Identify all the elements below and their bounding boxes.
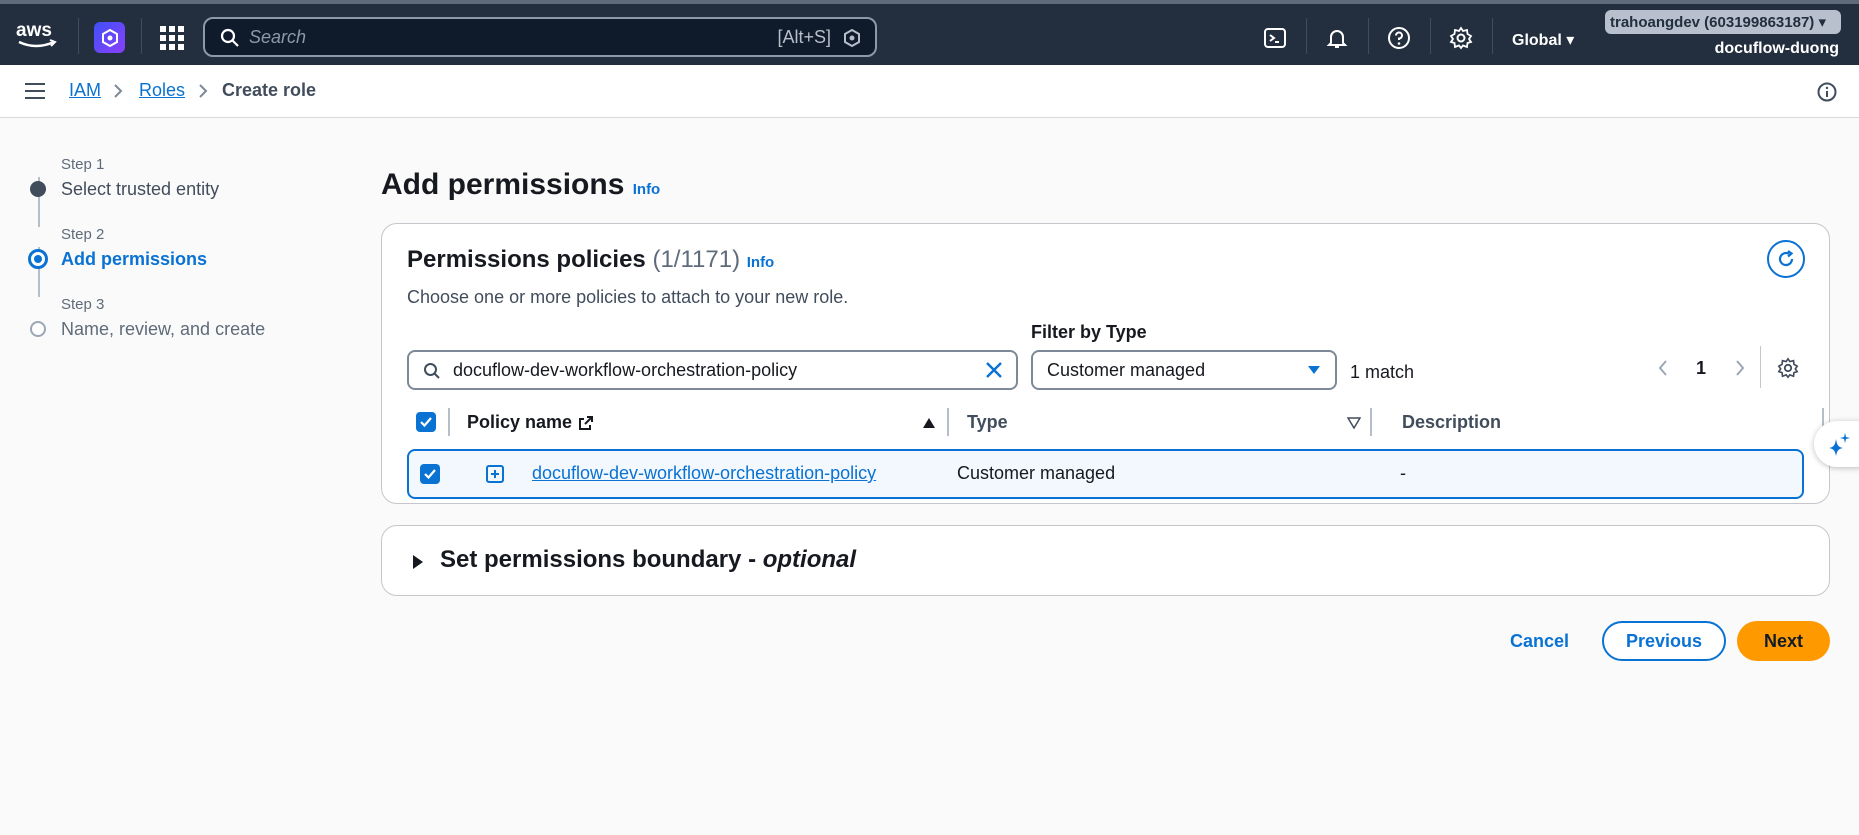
next-button[interactable]: Next — [1737, 621, 1830, 661]
filter-type-value: Customer managed — [1047, 360, 1206, 380]
info-panel-icon[interactable] — [1817, 82, 1837, 102]
account-label: trahoangdev (603199863187) — [1610, 14, 1815, 31]
table-row[interactable]: docuflow-dev-workflow-orchestration-poli… — [407, 449, 1804, 499]
top-navigation: aws Search [Alt+S] Global ▾ trahoangdev … — [0, 0, 1859, 65]
divider — [1306, 18, 1307, 54]
caret-down-icon — [1308, 366, 1320, 374]
previous-button[interactable]: Previous — [1602, 621, 1726, 661]
panel-title-text: Permissions policies — [407, 246, 646, 273]
boundary-title-text: Set permissions boundary - — [440, 546, 763, 573]
caret-down-icon: ▾ — [1818, 14, 1826, 31]
boundary-optional: optional — [762, 546, 857, 573]
clear-icon[interactable] — [984, 360, 1004, 380]
refresh-icon — [1778, 250, 1794, 267]
previous-page-icon[interactable] — [1656, 358, 1670, 378]
check-icon — [420, 417, 432, 428]
caret-right-icon[interactable] — [412, 554, 424, 570]
q-assistant-icon — [844, 29, 860, 47]
next-page-icon[interactable] — [1733, 358, 1747, 378]
chevron-right-icon — [114, 84, 123, 98]
cloudshell-app-icon[interactable] — [94, 22, 125, 53]
policy-filter-value: docuflow-dev-workflow-orchestration-poli… — [453, 360, 798, 380]
region-selector[interactable]: Global ▾ — [1512, 30, 1574, 50]
policy-name-link[interactable]: docuflow-dev-workflow-orchestration-poli… — [532, 463, 876, 484]
help-icon[interactable] — [1387, 26, 1411, 50]
step-2-dot — [28, 249, 48, 269]
check-icon — [424, 469, 436, 480]
preferences-gear-icon[interactable] — [1777, 357, 1799, 379]
column-description[interactable]: Description — [1402, 412, 1501, 433]
divider — [1760, 346, 1761, 388]
search-shortcut: [Alt+S] — [777, 27, 831, 47]
policy-description: - — [1400, 463, 1406, 483]
chevron-right-icon — [199, 84, 208, 98]
region-label: Global — [1512, 32, 1562, 49]
account-user[interactable]: docuflow-duong — [1715, 40, 1839, 58]
caret-down-icon: ▾ — [1566, 32, 1575, 49]
step-2-label: Step 2 — [61, 226, 105, 243]
sort-ascending-icon[interactable] — [922, 417, 936, 429]
divider — [141, 18, 142, 54]
match-count: 1 match — [1350, 362, 1415, 382]
external-link-icon[interactable] — [578, 415, 594, 431]
breadcrumb-bar: IAM Roles Create role — [0, 65, 1859, 118]
permissions-boundary-section[interactable]: Set permissions boundary - optional — [381, 525, 1830, 596]
search-icon — [424, 363, 440, 379]
aws-logo[interactable]: aws — [16, 18, 60, 52]
divider — [1368, 18, 1369, 54]
page-title: Add permissions Info — [381, 168, 660, 202]
step-3-label: Step 3 — [61, 296, 105, 313]
table-header: Policy name Type Description — [402, 404, 1824, 444]
svg-text:aws: aws — [16, 20, 52, 41]
step-1-dot — [30, 181, 46, 197]
column-type[interactable]: Type — [967, 412, 1008, 433]
row-checkbox[interactable] — [420, 464, 440, 484]
policy-filter-input[interactable]: docuflow-dev-workflow-orchestration-poli… — [407, 350, 1018, 390]
refresh-button[interactable] — [1767, 240, 1805, 278]
divider — [1492, 18, 1493, 54]
sort-icon[interactable] — [1347, 417, 1361, 429]
breadcrumb-iam[interactable]: IAM — [69, 80, 101, 101]
step-1-title[interactable]: Select trusted entity — [61, 179, 219, 200]
breadcrumb-create-role: Create role — [222, 80, 317, 100]
panel-description: Choose one or more policies to attach to… — [407, 287, 849, 307]
search-icon — [220, 28, 239, 47]
search-input[interactable]: Search [Alt+S] — [203, 17, 877, 57]
step-3-title: Name, review, and create — [61, 319, 266, 339]
services-grid-icon[interactable] — [160, 26, 184, 50]
panel-title: Permissions policies (1/1171) Info — [407, 246, 774, 274]
sparkle-assistant-button[interactable] — [1814, 421, 1859, 467]
column-divider — [1370, 408, 1372, 436]
filter-by-type-label: Filter by Type — [1031, 322, 1147, 342]
step-2-title: Add permissions — [61, 249, 208, 269]
divider — [78, 18, 79, 54]
column-policy-name[interactable]: Policy name — [467, 412, 572, 433]
current-page-number[interactable]: 1 — [1696, 358, 1706, 379]
boundary-title[interactable]: Set permissions boundary - optional — [440, 546, 856, 574]
page-title-text: Add permissions — [381, 168, 625, 201]
permissions-policies-panel: Permissions policies (1/1171) Info Choos… — [381, 223, 1830, 504]
policy-count: (1/1171) — [652, 246, 741, 273]
breadcrumb-roles[interactable]: Roles — [139, 80, 185, 101]
cloudshell-icon[interactable] — [1263, 26, 1287, 50]
settings-gear-icon[interactable] — [1449, 26, 1473, 50]
filter-by-type-select[interactable]: Customer managed — [1031, 350, 1337, 390]
panel-info-link[interactable]: Info — [747, 254, 775, 271]
account-menu[interactable]: trahoangdev (603199863187) ▾ — [1605, 10, 1841, 34]
bell-icon[interactable] — [1325, 26, 1349, 50]
search-placeholder: Search — [249, 27, 307, 47]
step-1-label: Step 1 — [61, 156, 105, 173]
page-info-link[interactable]: Info — [633, 181, 661, 198]
column-divider — [448, 408, 450, 436]
cancel-button[interactable]: Cancel — [1510, 631, 1569, 652]
step-3-dot — [30, 321, 46, 337]
sparkle-icon — [1829, 433, 1850, 456]
menu-icon[interactable] — [25, 83, 45, 99]
divider — [1430, 18, 1431, 54]
expand-plus-icon[interactable] — [486, 465, 504, 483]
policy-type: Customer managed — [957, 463, 1116, 483]
column-divider — [947, 408, 949, 436]
select-all-checkbox[interactable] — [416, 412, 436, 432]
